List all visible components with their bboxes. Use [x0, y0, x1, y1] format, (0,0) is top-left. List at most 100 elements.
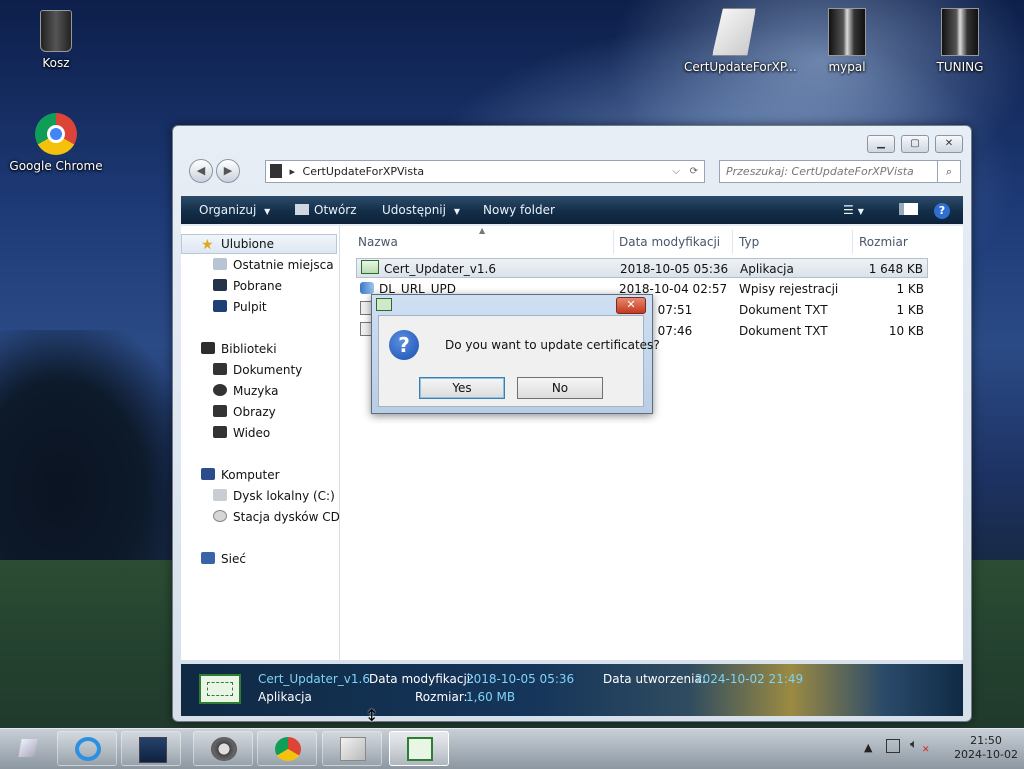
chrome-icon	[275, 737, 301, 761]
arrow-right-icon: ▶	[223, 164, 233, 177]
new-folder-button[interactable]: Nowy folder	[483, 196, 555, 224]
search-icon[interactable]: ⌕	[937, 161, 960, 182]
nav-item-documents[interactable]: Dokumenty	[213, 361, 302, 380]
open-button[interactable]: Otwórz	[295, 196, 357, 224]
start-button[interactable]	[10, 735, 46, 763]
desktop-icon-certupdate[interactable]: CertUpdateForXP...	[684, 8, 797, 74]
nav-item-video[interactable]: Wideo	[213, 424, 270, 443]
star-icon: ★	[201, 237, 214, 253]
recent-places-icon	[213, 258, 227, 270]
content-area: ★ Ulubione Ostatnie miejsca Pobrane Pulpi…	[181, 226, 963, 660]
preview-pane-button[interactable]	[899, 196, 918, 224]
desktop-icon-mypal[interactable]: mypal	[797, 8, 897, 74]
help-button[interactable]: ?	[934, 196, 950, 224]
refresh-icon[interactable]: ⟳	[690, 161, 698, 182]
documents-icon	[213, 363, 227, 375]
desktop-icon-label: Kosz	[42, 56, 70, 70]
folder-icon	[828, 8, 866, 56]
network-tray-icon[interactable]	[886, 739, 900, 753]
desktop-icon-recycle-bin[interactable]: Kosz	[6, 10, 106, 70]
explorer-icon	[139, 737, 167, 763]
nav-label: Sieć	[221, 552, 246, 566]
file-size: 1 KB	[896, 282, 924, 296]
address-bar[interactable]: ▸ CertUpdateForXPVista ⌵ ⟳	[265, 160, 705, 183]
yes-button[interactable]: Yes	[419, 377, 505, 399]
taskbar-cert-updater[interactable]	[389, 731, 449, 766]
search-input[interactable]: Przeszukaj: CertUpdateForXPVista ⌕	[719, 160, 961, 183]
dialog-close-button[interactable]: ✕	[616, 297, 646, 314]
forward-button[interactable]: ▶	[216, 159, 240, 183]
nav-item-recent[interactable]: Ostatnie miejsca	[213, 256, 334, 275]
file-row[interactable]: Cert_Updater_v1.6 2018-10-05 05:36 Aplik…	[356, 258, 928, 278]
recycle-bin-icon	[40, 10, 72, 52]
dialog-message: Do you want to update certificates?	[445, 338, 660, 352]
nav-item-disk-c[interactable]: Dysk lokalny (C:)	[213, 487, 335, 506]
file-size: 10 KB	[888, 324, 924, 338]
view-options-button[interactable]: ☰ ▼	[843, 196, 864, 224]
back-button[interactable]: ◀	[189, 159, 213, 183]
windows-logo-icon	[18, 739, 38, 757]
nav-item-pictures[interactable]: Obrazy	[213, 403, 276, 422]
search-placeholder: Przeszukaj: CertUpdateForXPVista	[726, 165, 914, 178]
nav-item-cd-drive[interactable]: Stacja dysków CD (D	[213, 508, 339, 527]
dropdown-arrow-icon: ▼	[857, 207, 864, 216]
file-type: Dokument TXT	[739, 303, 828, 317]
dropdown-arrow-icon: ▼	[453, 207, 460, 216]
resize-cursor-icon: ↕	[365, 706, 379, 725]
desktop-icon-label: Google Chrome	[9, 159, 103, 173]
nav-item-music[interactable]: Muzyka	[213, 382, 278, 401]
column-header-modified[interactable]: Data modyfikacji	[619, 232, 720, 252]
dropdown-arrow-icon: ▼	[264, 207, 271, 216]
dialog-app-icon	[376, 298, 392, 311]
column-header-name[interactable]: Nazwa	[358, 232, 398, 252]
system-clock[interactable]: 21:50 2024-10-02	[954, 734, 1018, 762]
open-label: Otwórz	[314, 203, 357, 217]
details-created-label: Data utworzenia:	[603, 672, 706, 686]
taskbar-chrome[interactable]	[257, 731, 317, 766]
command-bar: Organizuj ▼ Otwórz Udostępnij ▼ Nowy fol…	[181, 196, 963, 224]
internet-explorer-icon	[75, 737, 101, 761]
minimize-button[interactable]: ▁	[867, 135, 895, 153]
maximize-button[interactable]: ▢	[901, 135, 929, 153]
nav-label: Ostatnie miejsca	[233, 258, 334, 272]
libraries-icon	[201, 342, 215, 354]
breadcrumb-chevron-icon: ▸	[289, 165, 296, 178]
column-header-size[interactable]: Rozmiar	[859, 232, 908, 252]
share-label: Udostępnij	[382, 203, 446, 217]
nav-item-downloads[interactable]: Pobrane	[213, 277, 282, 296]
new-folder-label: Nowy folder	[483, 203, 555, 217]
cd-drive-icon	[213, 510, 227, 522]
nav-item-computer[interactable]: Komputer	[201, 466, 280, 485]
no-button[interactable]: No	[517, 377, 603, 399]
show-hidden-icons-icon[interactable]: ▲	[864, 741, 872, 754]
desktop-icon-google-chrome[interactable]: Google Chrome	[6, 113, 106, 173]
volume-muted-icon[interactable]: 🔈︎	[910, 737, 918, 752]
preview-pane-icon	[899, 203, 918, 215]
share-button[interactable]: Udostępnij ▼	[382, 196, 460, 224]
hard-disk-icon	[213, 489, 227, 501]
column-header-type[interactable]: Typ	[739, 232, 759, 252]
muted-badge-icon: ✕	[922, 745, 930, 755]
nav-item-libraries[interactable]: Biblioteki	[201, 340, 277, 359]
view-list-icon: ☰	[843, 203, 854, 217]
desktop-icon-tuning[interactable]: TUNING	[910, 8, 1010, 74]
nav-item-desktop[interactable]: Pulpit	[213, 298, 267, 317]
close-window-button[interactable]: ✕	[935, 135, 963, 153]
taskbar-explorer[interactable]	[121, 731, 181, 766]
file-type: Wpisy rejestracji	[739, 282, 839, 296]
application-icon	[407, 737, 433, 761]
raccoon-icon	[211, 737, 237, 761]
application-large-icon	[199, 674, 241, 704]
chrome-icon	[35, 113, 77, 155]
taskbar-mypal[interactable]	[193, 731, 253, 766]
navigation-pane: ★ Ulubione Ostatnie miejsca Pobrane Pulpi…	[181, 226, 340, 660]
nav-item-favorites[interactable]: ★ Ulubione	[201, 235, 274, 254]
taskbar-file[interactable]	[322, 731, 382, 766]
breadcrumb-folder[interactable]: CertUpdateForXPVista	[303, 165, 425, 178]
chevron-down-icon[interactable]: ⌵	[672, 161, 680, 182]
nav-item-network[interactable]: Sieć	[201, 550, 246, 569]
taskbar-ie[interactable]	[57, 731, 117, 766]
organize-button[interactable]: Organizuj ▼	[199, 196, 270, 224]
file-icon	[340, 737, 366, 761]
file-size: 1 648 KB	[868, 262, 923, 276]
